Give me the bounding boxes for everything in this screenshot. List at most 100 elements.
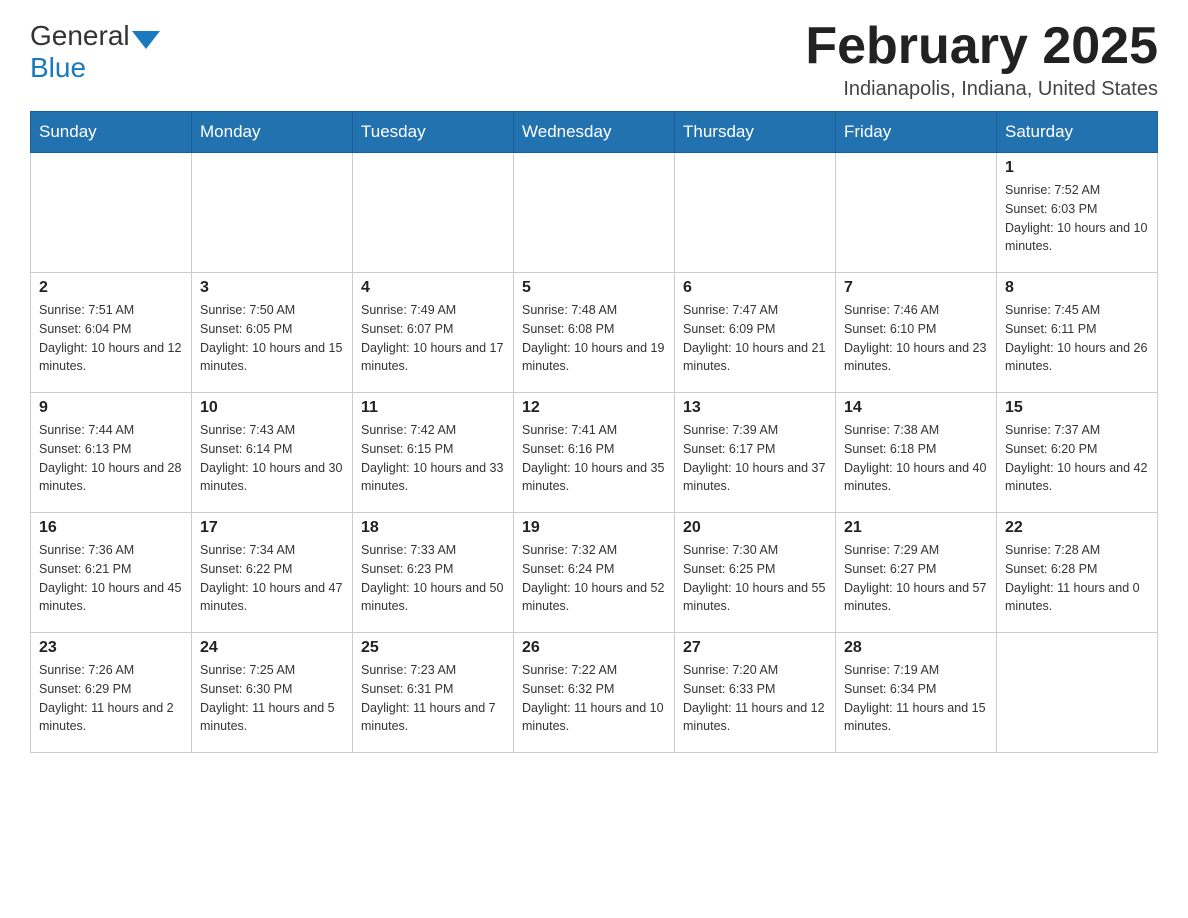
- calendar-cell: [836, 153, 997, 273]
- sunrise-text: Sunrise: 7:32 AM: [522, 541, 666, 560]
- day-number: 20: [683, 519, 827, 537]
- day-number: 12: [522, 399, 666, 417]
- calendar-cell: 18Sunrise: 7:33 AMSunset: 6:23 PMDayligh…: [353, 513, 514, 633]
- col-saturday: Saturday: [997, 112, 1158, 153]
- col-friday: Friday: [836, 112, 997, 153]
- sunrise-text: Sunrise: 7:33 AM: [361, 541, 505, 560]
- daylight-text: Daylight: 10 hours and 47 minutes.: [200, 579, 344, 617]
- sunrise-text: Sunrise: 7:52 AM: [1005, 181, 1149, 200]
- daylight-text: Daylight: 10 hours and 33 minutes.: [361, 459, 505, 497]
- sunset-text: Sunset: 6:33 PM: [683, 680, 827, 699]
- daylight-text: Daylight: 10 hours and 40 minutes.: [844, 459, 988, 497]
- daylight-text: Daylight: 11 hours and 5 minutes.: [200, 699, 344, 737]
- sunrise-text: Sunrise: 7:25 AM: [200, 661, 344, 680]
- sunset-text: Sunset: 6:16 PM: [522, 440, 666, 459]
- calendar-table: Sunday Monday Tuesday Wednesday Thursday…: [30, 111, 1158, 753]
- daylight-text: Daylight: 10 hours and 37 minutes.: [683, 459, 827, 497]
- col-thursday: Thursday: [675, 112, 836, 153]
- col-sunday: Sunday: [31, 112, 192, 153]
- daylight-text: Daylight: 10 hours and 12 minutes.: [39, 339, 183, 377]
- sunset-text: Sunset: 6:32 PM: [522, 680, 666, 699]
- day-info: Sunrise: 7:33 AMSunset: 6:23 PMDaylight:…: [361, 541, 505, 616]
- col-wednesday: Wednesday: [514, 112, 675, 153]
- sunset-text: Sunset: 6:05 PM: [200, 320, 344, 339]
- sunset-text: Sunset: 6:11 PM: [1005, 320, 1149, 339]
- calendar-body: 1 Sunrise: 7:52 AMSunset: 6:03 PMDaylight…: [31, 153, 1158, 753]
- calendar-cell: 10Sunrise: 7:43 AMSunset: 6:14 PMDayligh…: [192, 393, 353, 513]
- logo-general-text: General: [30, 20, 130, 52]
- daylight-text: Daylight: 10 hours and 19 minutes.: [522, 339, 666, 377]
- calendar-cell: 13Sunrise: 7:39 AMSunset: 6:17 PMDayligh…: [675, 393, 836, 513]
- calendar-cell: 21Sunrise: 7:29 AMSunset: 6:27 PMDayligh…: [836, 513, 997, 633]
- calendar-cell: 24Sunrise: 7:25 AMSunset: 6:30 PMDayligh…: [192, 633, 353, 753]
- daylight-text: Daylight: 10 hours and 23 minutes.: [844, 339, 988, 377]
- calendar-cell: 28Sunrise: 7:19 AMSunset: 6:34 PMDayligh…: [836, 633, 997, 753]
- day-number: 3: [200, 279, 344, 297]
- calendar-cell: [675, 153, 836, 273]
- calendar-cell: [353, 153, 514, 273]
- day-info: Sunrise: 7:49 AMSunset: 6:07 PMDaylight:…: [361, 301, 505, 376]
- day-number: 13: [683, 399, 827, 417]
- calendar-cell: 1 Sunrise: 7:52 AMSunset: 6:03 PMDaylight…: [997, 153, 1158, 273]
- sunrise-text: Sunrise: 7:34 AM: [200, 541, 344, 560]
- calendar-cell: 25Sunrise: 7:23 AMSunset: 6:31 PMDayligh…: [353, 633, 514, 753]
- day-number: 11: [361, 399, 505, 417]
- calendar-cell: 7Sunrise: 7:46 AMSunset: 6:10 PMDaylight…: [836, 273, 997, 393]
- calendar-cell: 6Sunrise: 7:47 AMSunset: 6:09 PMDaylight…: [675, 273, 836, 393]
- month-title: February 2025: [805, 20, 1158, 72]
- sunrise-text: Sunrise: 7:37 AM: [1005, 421, 1149, 440]
- day-info: Sunrise: 7:50 AMSunset: 6:05 PMDaylight:…: [200, 301, 344, 376]
- logo-arrow-icon: [132, 31, 160, 49]
- calendar-cell: 23Sunrise: 7:26 AMSunset: 6:29 PMDayligh…: [31, 633, 192, 753]
- day-info: Sunrise: 7:23 AMSunset: 6:31 PMDaylight:…: [361, 661, 505, 736]
- daylight-text: Daylight: 10 hours and 15 minutes.: [200, 339, 344, 377]
- sunset-text: Sunset: 6:07 PM: [361, 320, 505, 339]
- day-info: Sunrise: 7:41 AMSunset: 6:16 PMDaylight:…: [522, 421, 666, 496]
- daylight-text: Daylight: 10 hours and 57 minutes.: [844, 579, 988, 617]
- day-number: 17: [200, 519, 344, 537]
- calendar-week-5: 23Sunrise: 7:26 AMSunset: 6:29 PMDayligh…: [31, 633, 1158, 753]
- day-info: Sunrise: 7:30 AMSunset: 6:25 PMDaylight:…: [683, 541, 827, 616]
- sunset-text: Sunset: 6:09 PM: [683, 320, 827, 339]
- calendar-cell: 8Sunrise: 7:45 AMSunset: 6:11 PMDaylight…: [997, 273, 1158, 393]
- calendar-cell: [997, 633, 1158, 753]
- sunrise-text: Sunrise: 7:50 AM: [200, 301, 344, 320]
- day-info: Sunrise: 7:37 AMSunset: 6:20 PMDaylight:…: [1005, 421, 1149, 496]
- calendar-cell: 14Sunrise: 7:38 AMSunset: 6:18 PMDayligh…: [836, 393, 997, 513]
- day-number: 1: [1005, 159, 1149, 177]
- calendar-cell: 16Sunrise: 7:36 AMSunset: 6:21 PMDayligh…: [31, 513, 192, 633]
- day-info: Sunrise: 7:42 AMSunset: 6:15 PMDaylight:…: [361, 421, 505, 496]
- daylight-text: Daylight: 10 hours and 52 minutes.: [522, 579, 666, 617]
- calendar-cell: 17Sunrise: 7:34 AMSunset: 6:22 PMDayligh…: [192, 513, 353, 633]
- daylight-text: Daylight: 11 hours and 0 minutes.: [1005, 579, 1149, 617]
- sunrise-text: Sunrise: 7:45 AM: [1005, 301, 1149, 320]
- sunset-text: Sunset: 6:08 PM: [522, 320, 666, 339]
- day-number: 22: [1005, 519, 1149, 537]
- sunset-text: Sunset: 6:15 PM: [361, 440, 505, 459]
- daylight-text: Daylight: 11 hours and 10 minutes.: [522, 699, 666, 737]
- sunrise-text: Sunrise: 7:28 AM: [1005, 541, 1149, 560]
- day-info: Sunrise: 7:26 AMSunset: 6:29 PMDaylight:…: [39, 661, 183, 736]
- day-info: Sunrise: 7:43 AMSunset: 6:14 PMDaylight:…: [200, 421, 344, 496]
- page-header: General Blue February 2025 Indianapolis,…: [30, 20, 1158, 101]
- day-number: 6: [683, 279, 827, 297]
- sunset-text: Sunset: 6:30 PM: [200, 680, 344, 699]
- day-info: Sunrise: 7:44 AMSunset: 6:13 PMDaylight:…: [39, 421, 183, 496]
- day-info: Sunrise: 7:52 AMSunset: 6:03 PMDaylight:…: [1005, 181, 1149, 256]
- calendar-cell: 20 Sunrise: 7:30 AMSunset: 6:25 PMDayligh…: [675, 513, 836, 633]
- sunrise-text: Sunrise: 7:30 AM: [683, 541, 827, 560]
- calendar-cell: 2 Sunrise: 7:51 AMSunset: 6:04 PMDaylight…: [31, 273, 192, 393]
- calendar-week-2: 2 Sunrise: 7:51 AMSunset: 6:04 PMDaylight…: [31, 273, 1158, 393]
- day-info: Sunrise: 7:51 AMSunset: 6:04 PMDaylight:…: [39, 301, 183, 376]
- day-info: Sunrise: 7:22 AMSunset: 6:32 PMDaylight:…: [522, 661, 666, 736]
- sunrise-text: Sunrise: 7:47 AM: [683, 301, 827, 320]
- calendar-cell: 11 Sunrise: 7:42 AMSunset: 6:15 PMDayligh…: [353, 393, 514, 513]
- calendar-cell: 5Sunrise: 7:48 AMSunset: 6:08 PMDaylight…: [514, 273, 675, 393]
- day-number: 2: [39, 279, 183, 297]
- daylight-text: Daylight: 11 hours and 2 minutes.: [39, 699, 183, 737]
- sunrise-text: Sunrise: 7:38 AM: [844, 421, 988, 440]
- day-info: Sunrise: 7:48 AMSunset: 6:08 PMDaylight:…: [522, 301, 666, 376]
- sunset-text: Sunset: 6:31 PM: [361, 680, 505, 699]
- day-number: 26: [522, 639, 666, 657]
- day-number: 9: [39, 399, 183, 417]
